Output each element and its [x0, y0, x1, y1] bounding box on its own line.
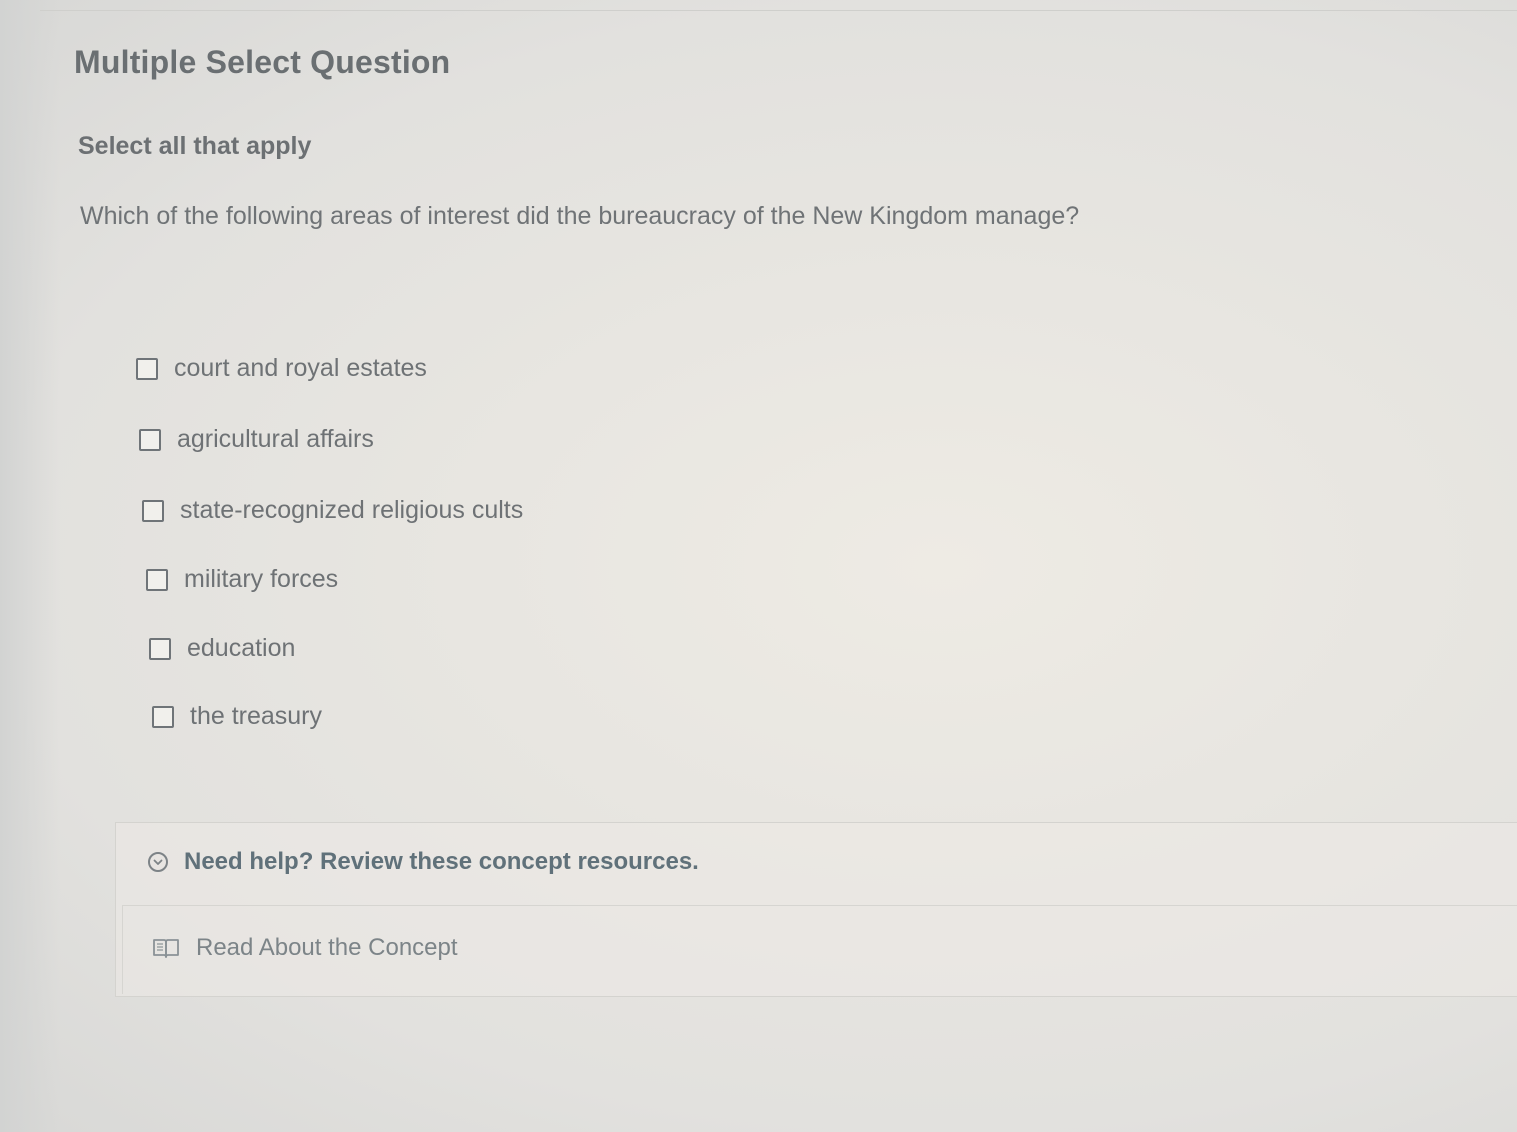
option-label: education: [187, 634, 296, 662]
read-about-concept-link[interactable]: Read About the Concept: [152, 934, 458, 962]
option-label: court and royal estates: [174, 354, 427, 382]
checkbox[interactable]: [142, 499, 164, 522]
question-type-title: Multiple Select Question: [74, 44, 451, 80]
option-court-and-royal-estates[interactable]: court and royal estates: [136, 354, 427, 383]
question-instruction: Select all that apply: [78, 132, 312, 160]
option-label: the treasury: [190, 702, 323, 730]
read-about-concept-label: Read About the Concept: [196, 934, 458, 961]
checkbox[interactable]: [149, 637, 171, 660]
checkbox[interactable]: [136, 357, 158, 380]
checkbox[interactable]: [146, 568, 168, 591]
checkbox[interactable]: [152, 705, 174, 728]
option-label: agricultural affairs: [177, 425, 374, 453]
screen-edge-shade: [0, 0, 60, 1132]
option-education[interactable]: education: [149, 634, 295, 663]
checkbox[interactable]: [139, 428, 161, 451]
top-divider: [40, 10, 1517, 11]
chevron-down-circle-icon: [148, 852, 168, 872]
book-icon: [152, 936, 180, 960]
option-agricultural-affairs[interactable]: agricultural affairs: [139, 425, 374, 454]
concept-resources-toggle[interactable]: Need help? Review these concept resource…: [148, 848, 699, 876]
option-state-recognized-religious-cults[interactable]: state-recognized religious cults: [142, 496, 523, 525]
option-label: state-recognized religious cults: [180, 496, 524, 524]
option-military-forces[interactable]: military forces: [146, 565, 338, 594]
question-prompt: Which of the following areas of interest…: [80, 202, 1080, 230]
concept-resources-toggle-label: Need help? Review these concept resource…: [184, 848, 699, 875]
option-label: military forces: [184, 565, 339, 593]
option-the-treasury[interactable]: the treasury: [152, 702, 322, 731]
